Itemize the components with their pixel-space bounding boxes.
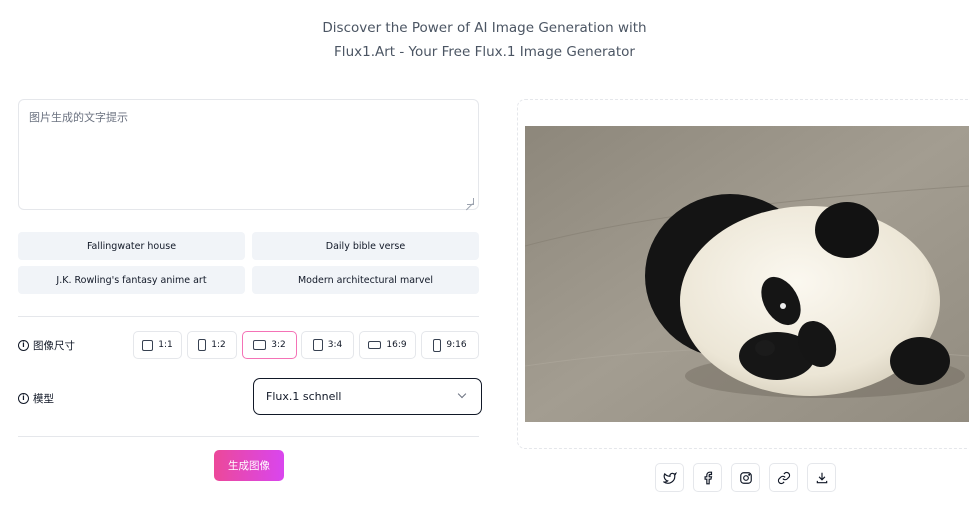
suggestion-label: Modern architectural marvel xyxy=(297,274,434,286)
suggestion-chip-rowling[interactable]: J.K. Rowling's fantasy anime art xyxy=(18,266,245,294)
resize-handle[interactable] xyxy=(467,198,474,205)
ratio-label: 1:2 xyxy=(211,340,226,350)
link-button[interactable] xyxy=(769,463,798,492)
ratio-9-16-icon xyxy=(433,338,442,352)
suggestion-label: Daily bible verse xyxy=(325,240,406,252)
ratio-button-1-2[interactable]: 1:2 xyxy=(187,331,237,359)
suggestion-label: J.K. Rowling's fantasy anime art xyxy=(56,274,207,286)
ratio-1-1-icon xyxy=(142,339,154,351)
divider xyxy=(18,436,479,437)
twitter-icon xyxy=(662,471,677,484)
model-label-text: 模型 xyxy=(33,393,54,405)
ratio-16-9-icon xyxy=(368,341,382,349)
chevron-down-icon xyxy=(457,389,467,399)
model-select[interactable]: Flux.1 schnell xyxy=(253,378,482,415)
prompt-input[interactable] xyxy=(19,100,478,209)
hero-title-line-1: Discover the Power of AI Image Generatio… xyxy=(322,20,647,36)
ratio-button-9-16[interactable]: 9:16 xyxy=(421,331,479,359)
ratio-label: 9:16 xyxy=(446,340,467,350)
suggestion-chip-fallingwater[interactable]: Fallingwater house xyxy=(18,232,245,260)
ratio-1-2-icon xyxy=(198,339,207,351)
model-select-value: Flux.1 schnell xyxy=(266,390,342,403)
model-label: i 模型 xyxy=(18,391,54,406)
generate-button[interactable]: 生成图像 xyxy=(214,450,284,481)
size-label-text: 图像尺寸 xyxy=(33,340,75,352)
download-icon xyxy=(816,472,827,483)
ratio-button-3-2[interactable]: 3:2 xyxy=(242,331,297,359)
ratio-label: 3:2 xyxy=(271,340,286,350)
ratio-label: 1:1 xyxy=(158,340,173,350)
prompt-box xyxy=(18,99,479,210)
size-label: i 图像尺寸 xyxy=(18,338,75,353)
ratio-3-2-icon xyxy=(253,340,267,350)
ratio-button-1-1[interactable]: 1:1 xyxy=(133,331,182,359)
suggestion-chip-bible-verse[interactable]: Daily bible verse xyxy=(252,232,479,260)
info-icon: i xyxy=(18,393,29,404)
hero-title-line-2: Flux1.Art - Your Free Flux.1 Image Gener… xyxy=(334,44,635,60)
ratio-3-4-icon xyxy=(312,339,323,351)
ratio-label: 3:4 xyxy=(327,340,343,350)
instagram-button[interactable] xyxy=(731,463,760,492)
hero-title: Discover the Power of AI Image Generatio… xyxy=(0,16,969,64)
download-button[interactable] xyxy=(807,463,836,492)
divider xyxy=(18,316,479,317)
instagram-icon xyxy=(739,471,752,484)
link-icon xyxy=(777,471,790,484)
facebook-button[interactable] xyxy=(693,463,722,492)
ratio-label: 16:9 xyxy=(386,340,407,350)
ratio-button-16-9[interactable]: 16:9 xyxy=(359,331,416,359)
twitter-button[interactable] xyxy=(655,463,684,492)
panda-photo xyxy=(525,126,969,422)
suggestion-label: Fallingwater house xyxy=(86,240,177,252)
ratio-button-3-4[interactable]: 3:4 xyxy=(301,331,354,359)
suggestion-chip-architecture[interactable]: Modern architectural marvel xyxy=(252,266,479,294)
info-icon: i xyxy=(18,340,29,351)
facebook-icon xyxy=(704,471,712,484)
